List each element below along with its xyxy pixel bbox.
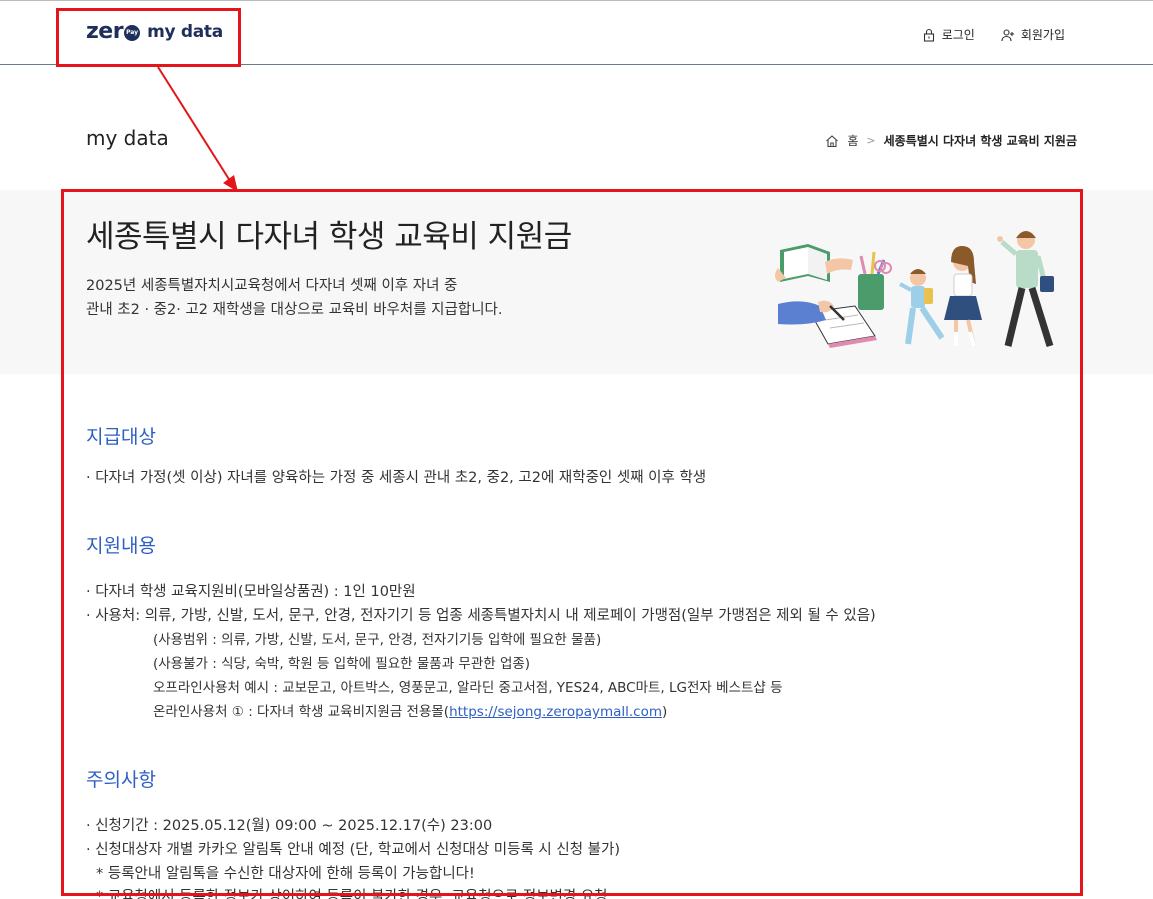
hero-desc-line2: 관내 초2 · 중2· 고2 재학생을 대상으로 교육비 바우처를 지급합니다. — [86, 302, 503, 318]
target-item: · 다자녀 가정(셋 이상) 자녀를 양육하는 가정 중 세종시 관내 초2, … — [86, 470, 707, 486]
online-prefix: 온라인사용처 ① : 다자녀 학생 교육비지원금 전용몰( — [153, 704, 450, 720]
breadcrumb-home[interactable]: 홈 — [847, 132, 858, 149]
caution-item-period: · 신청기간 : 2025.05.12(월) 09:00 ~ 2025.12.1… — [86, 818, 493, 834]
support-item-usage: · 사용처: 의류, 가방, 신발, 도서, 문구, 안경, 전자기기 등 업종… — [86, 608, 876, 624]
breadcrumb-current: 세종특별시 다자녀 학생 교육비 지원금 — [883, 134, 1077, 148]
login-link[interactable]: 로그인 — [922, 26, 975, 43]
home-icon[interactable] — [825, 134, 839, 148]
support-item-amount: · 다자녀 학생 교육지원비(모바일상품권) : 1인 10만원 — [86, 584, 416, 600]
login-label: 로그인 — [941, 28, 975, 42]
lock-icon — [923, 28, 934, 42]
support-sub-online: 온라인사용처 ① : 다자녀 학생 교육비지원금 전용몰(https://sej… — [153, 700, 667, 720]
hero-desc-line1: 2025년 세종특별자치시교육청에서 다자녀 셋째 이후 자녀 중 — [86, 278, 458, 294]
section-title-target: 지급대상 — [86, 426, 156, 448]
page-title: my data — [86, 126, 169, 150]
signup-link[interactable]: 회원가입 — [1001, 26, 1065, 43]
support-sub-offline: 오프라인사용처 예시 : 교보문고, 아트박스, 영풍문고, 알라딘 중고서점,… — [153, 680, 783, 696]
signup-label: 회원가입 — [1020, 28, 1065, 42]
add-user-icon — [1001, 28, 1014, 41]
caution-note-1: * 등록안내 알림톡을 수신한 대상자에 한해 등록이 가능합니다! — [96, 866, 475, 882]
zeropaymall-link[interactable]: https://sejong.zeropaymall.com — [449, 704, 662, 720]
breadcrumb: 홈 > 세종특별시 다자녀 학생 교육비 지원금 — [825, 132, 1077, 149]
section-title-support: 지원내용 — [86, 535, 156, 557]
header-nav: 로그인 회원가입 — [922, 26, 1065, 43]
caution-item-kakao: · 신청대상자 개별 카카오 알림톡 안내 예정 (단, 학교에서 신청대상 미… — [86, 842, 621, 858]
caution-note-2: * 교육청에서 등록한 정보가 상이하여 등록이 불가한 경우, 교육청으로 정… — [96, 889, 608, 899]
logo-annotation-box — [56, 8, 241, 67]
hero-title: 세종특별시 다자녀 학생 교육비 지원금 — [86, 219, 572, 255]
support-sub-excluded: (사용불가 : 식당, 숙박, 학원 등 입학에 필요한 물품과 무관한 업종) — [153, 656, 531, 672]
chevron-right-icon: > — [866, 134, 876, 147]
students-illustration — [775, 231, 1054, 348]
online-suffix: ) — [662, 704, 668, 720]
hero-description: 2025년 세종특별자치시교육청에서 다자녀 셋째 이후 자녀 중 관내 초2 … — [86, 274, 502, 322]
support-sub-scope: (사용범위 : 의류, 가방, 신발, 도서, 문구, 안경, 전자기기등 입학… — [153, 632, 602, 648]
section-title-caution: 주의사항 — [86, 769, 156, 791]
